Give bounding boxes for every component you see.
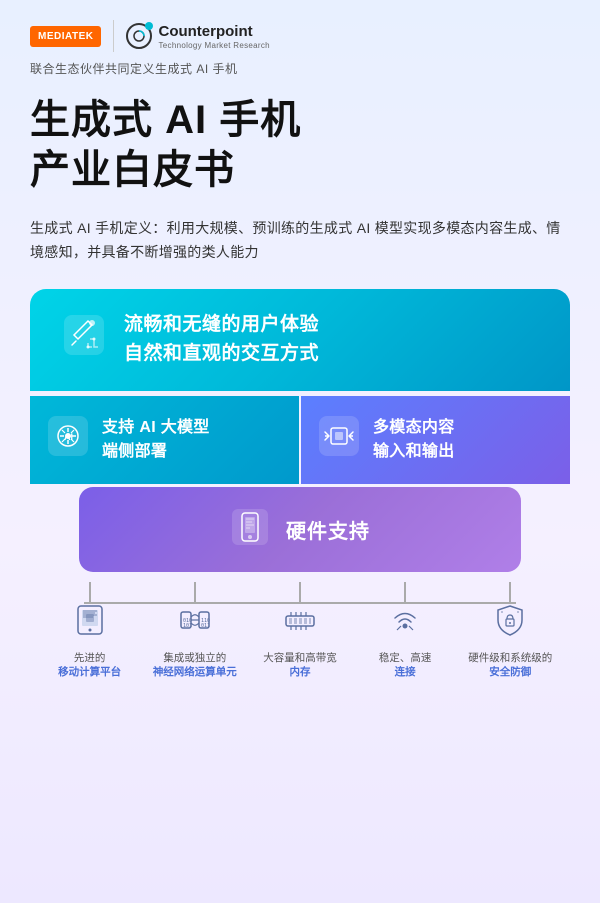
- memory-icon: [282, 602, 318, 645]
- mediatek-logo: MEDIATEK: [30, 26, 101, 47]
- card-experience-text: 流畅和无缝的用户体验 自然和直观的交互方式: [124, 311, 319, 368]
- card-multimodal: 多模态内容 输入和输出: [301, 396, 570, 484]
- main-title-line1: 生成式 AI 手机: [30, 95, 570, 145]
- branch-2-label: 集成或独立的 神经网络运算单元: [153, 651, 237, 680]
- counterpoint-subtitle: Technology Market Research: [158, 41, 269, 50]
- description-text: 生成式 AI 手机定义：利用大规模、预训练的生成式 AI 模型实现多模态内容生成…: [30, 217, 570, 265]
- card-ai-deploy-text: 支持 AI 大模型 端侧部署: [102, 416, 210, 464]
- card-row-2: AI 支持 AI 大模型 端侧部署: [30, 394, 570, 484]
- page-subtitle: 联合生态伙伴共同定义生成式 AI 手机: [30, 60, 570, 77]
- security-icon: [492, 602, 528, 645]
- cards-stack: 流畅和无缝的用户体验 自然和直观的交互方式: [30, 289, 570, 572]
- card-experience: 流畅和无缝的用户体验 自然和直观的交互方式: [30, 289, 570, 391]
- branch-item-1: 先进的 移动计算平台: [44, 602, 136, 680]
- branch-3-label: 大容量和高带宽 内存: [263, 651, 337, 680]
- mobile-platform-icon: [72, 602, 108, 645]
- branch-1-label: 先进的 移动计算平台: [58, 651, 121, 680]
- svg-text:101: 101: [183, 623, 192, 629]
- card-middle-pair: AI 支持 AI 大模型 端侧部署: [30, 396, 570, 484]
- counterpoint-icon: [126, 23, 152, 49]
- branch-item-2: 010 101 110 011 集成或独立的 神经网络运算单元: [149, 602, 241, 680]
- card-multimodal-text: 多模态内容 输入和输出: [373, 416, 455, 464]
- svg-text:AI: AI: [64, 432, 73, 442]
- neural-unit-icon: 010 101 110 011: [177, 602, 213, 645]
- counterpoint-name: Counterpoint: [158, 23, 269, 41]
- hardware-icon: [230, 507, 270, 552]
- connectivity-icon: [387, 602, 423, 645]
- branch-5-label: 硬件级和系统级的 安全防御: [468, 651, 552, 680]
- tree-branches: 先进的 移动计算平台 010 101 110: [30, 602, 570, 680]
- branch-item-4: 稳定、高速 连接: [359, 602, 451, 680]
- counterpoint-logo: Counterpoint Technology Market Research: [126, 23, 269, 50]
- branch-item-5: 硬件级和系统级的 安全防御: [464, 602, 556, 680]
- header: MEDIATEK Counterpoint Technology Market …: [30, 20, 570, 52]
- logo-divider: [113, 20, 114, 52]
- page: MEDIATEK Counterpoint Technology Market …: [0, 0, 600, 903]
- card-row-3: 硬件支持: [79, 487, 522, 572]
- tree-section: 先进的 移动计算平台 010 101 110: [30, 582, 570, 680]
- card-ai-deploy: AI 支持 AI 大模型 端侧部署: [30, 396, 299, 484]
- branch-4-label: 稳定、高速 连接: [379, 651, 432, 680]
- multimodal-icon: [317, 414, 361, 466]
- card-hardware-text: 硬件支持: [286, 515, 370, 544]
- main-title-line2: 产业白皮书: [30, 145, 570, 195]
- ai-deploy-icon: AI: [46, 414, 90, 466]
- svg-text:011: 011: [201, 623, 210, 629]
- main-title: 生成式 AI 手机 产业白皮书: [30, 95, 570, 195]
- card-row-1: 流畅和无缝的用户体验 自然和直观的交互方式: [30, 289, 570, 391]
- counterpoint-text: Counterpoint Technology Market Research: [158, 23, 269, 50]
- card-hardware: 硬件支持: [79, 487, 522, 572]
- branch-items: 先进的 移动计算平台 010 101 110: [44, 602, 557, 680]
- branch-item-3: 大容量和高带宽 内存: [254, 602, 346, 680]
- experience-icon: [60, 311, 108, 369]
